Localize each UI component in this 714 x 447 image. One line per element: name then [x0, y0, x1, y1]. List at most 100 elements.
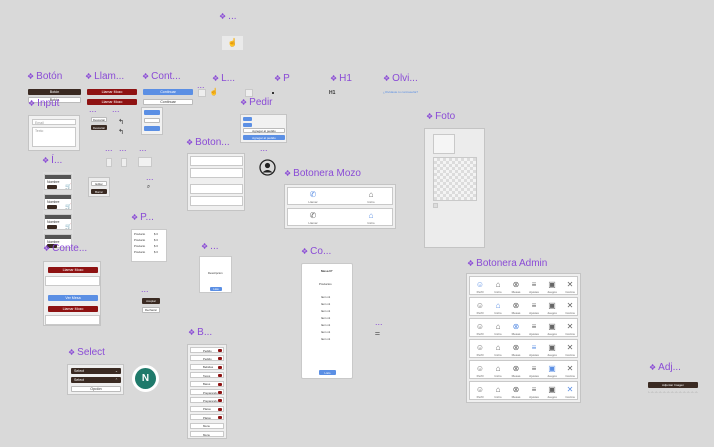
icon-row-action[interactable]	[47, 185, 57, 189]
admin-nav-button[interactable]: ⌂ Inicio	[489, 362, 507, 379]
descartar-button[interactable]: Descartar	[91, 117, 107, 122]
icon-row-action[interactable]	[47, 225, 57, 229]
admin-nav-button[interactable]: ☺ Perfil	[471, 383, 489, 400]
l-component-label[interactable]: ❖ L...	[212, 73, 235, 85]
undo-icon-2[interactable]: ↰	[117, 128, 125, 136]
admin-nav-button[interactable]: ✕ Cocina	[561, 362, 579, 379]
icon-row-action[interactable]	[47, 205, 57, 209]
admin-nav-button[interactable]: ☺ Perfil	[471, 278, 489, 295]
cont-option-2[interactable]	[144, 118, 160, 123]
admin-nav-button[interactable]: ⌂ Inicio	[489, 278, 507, 295]
email-input[interactable]: Email	[32, 119, 76, 125]
cont-option-1[interactable]	[144, 110, 160, 115]
user-avatar-icon[interactable]	[259, 159, 276, 176]
admin-nav-button[interactable]: ✕ Cocina	[561, 341, 579, 358]
agregar-pedido-button-2[interactable]: Agregar al pedido	[243, 135, 285, 140]
admin-nav-button[interactable]: ⌂ Inicio	[489, 341, 507, 358]
botonera-admin-label[interactable]: ❖ Botonera Admin	[467, 258, 547, 270]
agregar-pedido-button[interactable]: Agregar al pedido	[243, 128, 285, 133]
adjuntar-imagen-button[interactable]: Adjuntar Imagen	[648, 382, 698, 388]
mozo-home-button[interactable]: ⌂ Inicio	[356, 210, 386, 226]
llamar-mozo-button[interactable]: Llamar Mozo	[87, 89, 137, 95]
admin-nav-button[interactable]: ▣ Juegos	[543, 362, 561, 379]
mozo-phone-button[interactable]: ✆ Llamar	[298, 189, 328, 205]
botonera-small-label[interactable]: ❖ Boton...	[186, 137, 230, 149]
search-icon[interactable]: ⌕	[145, 184, 152, 191]
aceptar-button[interactable]: Aceptar	[142, 298, 160, 304]
botonera-mozo-label[interactable]: ❖ Botonera Mozo	[284, 168, 361, 180]
foto-placeholder-small[interactable]	[433, 134, 455, 154]
olvi-component-label[interactable]: ❖ Olvi...	[383, 73, 418, 85]
admin-nav-button[interactable]: ≡ Ajustes	[525, 278, 543, 295]
admin-nav-button[interactable]: ⊗ Mesas	[507, 341, 525, 358]
pedir-toggle-1[interactable]	[243, 117, 252, 121]
admin-nav-button[interactable]: ☺ Perfil	[471, 341, 489, 358]
undo-icon[interactable]: ↰	[117, 118, 125, 126]
cont-component-label[interactable]: ❖ Cont...	[142, 71, 181, 83]
pedir-toggle-2[interactable]	[243, 123, 252, 127]
editar-button[interactable]: Editar	[91, 181, 107, 186]
iconos-component-label[interactable]: ❖ Í...	[42, 155, 62, 167]
admin-nav-button[interactable]: ⌂ Inicio	[489, 320, 507, 337]
select-component-label[interactable]: ❖ Select	[68, 347, 105, 359]
co-component-label[interactable]: ❖ Co...	[301, 246, 331, 258]
admin-nav-button[interactable]: ≡ Ajustes	[525, 299, 543, 316]
boton-primary-button[interactable]: Botón	[28, 89, 81, 95]
admin-nav-button[interactable]: ≡ Ajustes	[525, 362, 543, 379]
input-component-label[interactable]: ❖ Input	[28, 98, 59, 110]
admin-nav-button[interactable]: ▣ Juegos	[543, 341, 561, 358]
conte-llamar-button[interactable]: Llamar Mozo	[48, 267, 98, 273]
admin-nav-button[interactable]: ⌂ Inicio	[489, 299, 507, 316]
mozo-home-button[interactable]: ⌂ Inicio	[356, 189, 386, 205]
b-list-item[interactable]: Tacos	[190, 372, 224, 379]
borrar-button[interactable]: Borrar	[91, 189, 107, 194]
admin-nav-button[interactable]: ≡ Ajustes	[525, 320, 543, 337]
text-area[interactable]: Texto	[32, 127, 76, 147]
descartar-button-dark[interactable]: Descartar	[91, 125, 107, 130]
b-list-item[interactable]: Pedido	[190, 355, 224, 362]
select-dropdown-1[interactable]: Select ⌄	[71, 368, 121, 374]
admin-nav-button[interactable]: ⊗ Mesas	[507, 320, 525, 337]
admin-nav-button[interactable]: ⊗ Mesas	[507, 299, 525, 316]
admin-nav-button[interactable]: ⌂ Inicio	[489, 383, 507, 400]
admin-nav-button[interactable]: ▣ Juegos	[543, 299, 561, 316]
admin-nav-button[interactable]: ▣ Juegos	[543, 278, 561, 295]
foto-placeholder-tiny[interactable]	[433, 203, 438, 208]
admin-nav-button[interactable]: ▣ Juegos	[543, 383, 561, 400]
mozo-phone-button[interactable]: ✆ Llamar	[298, 210, 328, 226]
continuar-button-outline[interactable]: Continuar	[143, 99, 193, 105]
llamar-component-label[interactable]: ❖ Llam...	[85, 71, 124, 83]
b-list-item[interactable]: Menu	[190, 422, 224, 429]
b-list-item[interactable]: Bares	[190, 380, 224, 387]
avatar[interactable]: N	[132, 365, 159, 392]
cart-icon[interactable]: 🛒	[65, 184, 71, 190]
admin-nav-button[interactable]: ≡ Ajustes	[525, 341, 543, 358]
cart-icon[interactable]: 🛒	[65, 204, 71, 210]
b-list-item[interactable]: Preparando	[190, 397, 224, 404]
conte-component-label[interactable]: ❖ Conte...	[43, 243, 87, 255]
co-card-button[interactable]: Listo	[319, 370, 336, 375]
cont-option-3[interactable]	[144, 126, 160, 131]
b-list-item[interactable]: Pedido	[190, 347, 224, 353]
ellipsis-card-button[interactable]: Listo	[210, 287, 222, 291]
foto-component-label[interactable]: ❖ Foto	[426, 111, 455, 123]
b-list-item[interactable]: Preparando	[190, 389, 224, 395]
admin-nav-button[interactable]: ✕ Cocina	[561, 278, 579, 295]
p-component-label[interactable]: ❖ P	[274, 73, 290, 85]
admin-nav-button[interactable]: ☺ Perfil	[471, 299, 489, 316]
b-list-item[interactable]: Menu	[190, 431, 224, 437]
admin-nav-button[interactable]: ⊗ Mesas	[507, 383, 525, 400]
continuar-button[interactable]: Continuar	[143, 89, 193, 95]
cart-icon[interactable]: 🛒	[65, 224, 71, 230]
admin-nav-button[interactable]: ✕ Cocina	[561, 299, 579, 316]
admin-nav-button[interactable]: ✕ Cocina	[561, 383, 579, 400]
admin-nav-button[interactable]: ☺ Perfil	[471, 362, 489, 379]
boton-component-label[interactable]: ❖ Botón	[27, 71, 62, 83]
ellipsis-card-label[interactable]: ❖...	[201, 241, 219, 253]
olvidaste-link[interactable]: ¿Olvidaste tu contraseña?	[383, 90, 418, 94]
b-list-item[interactable]: Bebidas	[190, 363, 224, 370]
foto-placeholder-large[interactable]	[433, 157, 477, 201]
sliders-icon[interactable]: ⚌	[374, 330, 381, 337]
conte-llamar-button-2[interactable]: Llamar Mozo	[48, 306, 98, 312]
admin-nav-button[interactable]: ⊗ Mesas	[507, 278, 525, 295]
